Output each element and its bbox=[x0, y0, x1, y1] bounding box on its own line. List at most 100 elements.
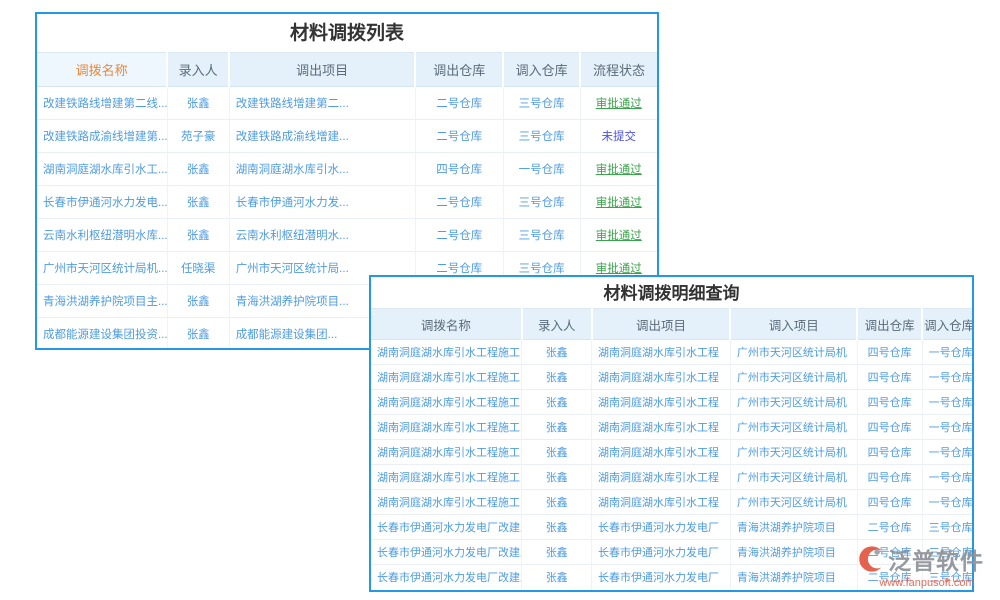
list-table-title: 材料调拨列表 bbox=[37, 14, 657, 52]
table-cell: 四号仓库 bbox=[857, 465, 922, 490]
table-row[interactable]: 湖南洞庭湖水库引水工程施工张鑫湖南洞庭湖水库引水工程广州市天河区统计局机四号仓库… bbox=[371, 490, 972, 515]
table-cell[interactable]: 长春市伊通河水力发电厂改建工 bbox=[371, 540, 522, 565]
table-cell[interactable]: 湖南洞庭湖水库引水工程施工 bbox=[371, 390, 522, 415]
table-cell: 青海洪湖养护院项目 bbox=[730, 540, 857, 565]
brand-row: 泛普软件 bbox=[856, 542, 998, 576]
table-cell: 张鑫 bbox=[522, 515, 592, 540]
table-cell: 张鑫 bbox=[167, 87, 229, 120]
table-cell: 一号仓库 bbox=[922, 465, 972, 490]
table-cell: 三号仓库 bbox=[503, 87, 580, 120]
column-header[interactable]: 调拨名称 bbox=[371, 309, 522, 340]
table-row[interactable]: 湖南洞庭湖水库引水工程施工张鑫湖南洞庭湖水库引水工程广州市天河区统计局机四号仓库… bbox=[371, 465, 972, 490]
table-cell: 二号仓库 bbox=[857, 515, 922, 540]
table-cell: 张鑫 bbox=[167, 186, 229, 219]
table-cell: 一号仓库 bbox=[922, 390, 972, 415]
table-cell[interactable]: 湖南洞庭湖水库引水工程施工 bbox=[371, 365, 522, 390]
table-cell: 四号仓库 bbox=[415, 153, 503, 186]
table-row[interactable]: 湖南洞庭湖水库引水工程施工张鑫湖南洞庭湖水库引水工程广州市天河区统计局机四号仓库… bbox=[371, 440, 972, 465]
table-row[interactable]: 湖南洞庭湖水库引水工程施工张鑫湖南洞庭湖水库引水工程广州市天河区统计局机四号仓库… bbox=[371, 340, 972, 365]
status-badge[interactable]: 审批通过 bbox=[580, 87, 657, 120]
table-cell: 广州市天河区统计局机 bbox=[730, 440, 857, 465]
table-cell: 二号仓库 bbox=[415, 87, 503, 120]
table-row[interactable]: 长春市伊通河水力发电...张鑫长春市伊通河水力发...二号仓库三号仓库审批通过 bbox=[37, 186, 657, 219]
table-cell: 张鑫 bbox=[522, 440, 592, 465]
table-cell: 一号仓库 bbox=[922, 340, 972, 365]
table-cell: 长春市伊通河水力发电厂 bbox=[592, 515, 731, 540]
column-header[interactable]: 调出仓库 bbox=[415, 53, 503, 87]
table-cell: 湖南洞庭湖水库引水... bbox=[229, 153, 415, 186]
table-cell[interactable]: 青海洪湖养护院项目主... bbox=[37, 285, 167, 318]
table-cell: 广州市天河区统计局机 bbox=[730, 490, 857, 515]
table-cell: 三号仓库 bbox=[503, 120, 580, 153]
column-header[interactable]: 调出项目 bbox=[592, 309, 731, 340]
column-header[interactable]: 调入仓库 bbox=[922, 309, 972, 340]
table-cell: 张鑫 bbox=[522, 465, 592, 490]
table-cell: 苑子豪 bbox=[167, 120, 229, 153]
table-cell: 张鑫 bbox=[522, 565, 592, 590]
table-row[interactable]: 长春市伊通河水力发电厂改建工张鑫长春市伊通河水力发电厂青海洪湖养护院项目二号仓库… bbox=[371, 515, 972, 540]
table-row[interactable]: 改建铁路成渝线增建第...苑子豪改建铁路成渝线增建...二号仓库三号仓库未提交 bbox=[37, 120, 657, 153]
status-badge[interactable]: 审批通过 bbox=[580, 153, 657, 186]
table-cell: 一号仓库 bbox=[503, 153, 580, 186]
table-row[interactable]: 改建铁路线增建第二线...张鑫改建铁路线增建第二...二号仓库三号仓库审批通过 bbox=[37, 87, 657, 120]
table-cell[interactable]: 长春市伊通河水力发电厂改建工 bbox=[371, 515, 522, 540]
table-row[interactable]: 云南水利枢纽潜明水库...张鑫云南水利枢纽潜明水...二号仓库三号仓库审批通过 bbox=[37, 219, 657, 252]
table-cell: 湖南洞庭湖水库引水工程 bbox=[592, 390, 731, 415]
column-header[interactable]: 调入项目 bbox=[730, 309, 857, 340]
table-cell: 一号仓库 bbox=[922, 490, 972, 515]
table-cell[interactable]: 改建铁路线增建第二线... bbox=[37, 87, 167, 120]
table-row[interactable]: 湖南洞庭湖水库引水工程施工张鑫湖南洞庭湖水库引水工程广州市天河区统计局机四号仓库… bbox=[371, 415, 972, 440]
column-header[interactable]: 调拨名称 bbox=[37, 53, 167, 87]
status-badge[interactable]: 未提交 bbox=[580, 120, 657, 153]
table-cell: 张鑫 bbox=[522, 415, 592, 440]
status-badge[interactable]: 审批通过 bbox=[580, 219, 657, 252]
table-row[interactable]: 湖南洞庭湖水库引水工程施工张鑫湖南洞庭湖水库引水工程广州市天河区统计局机四号仓库… bbox=[371, 365, 972, 390]
table-cell[interactable]: 长春市伊通河水力发电厂改建工 bbox=[371, 565, 522, 590]
screen: 材料调拨列表 调拨名称录入人调出项目调出仓库调入仓库流程状态改建铁路线增建第二线… bbox=[0, 0, 1000, 600]
table-cell: 湖南洞庭湖水库引水工程 bbox=[592, 490, 731, 515]
table-row[interactable]: 湖南洞庭湖水库引水工程施工张鑫湖南洞庭湖水库引水工程广州市天河区统计局机四号仓库… bbox=[371, 390, 972, 415]
column-header[interactable]: 录入人 bbox=[522, 309, 592, 340]
table-cell[interactable]: 湖南洞庭湖水库引水工程施工 bbox=[371, 440, 522, 465]
table-cell: 长春市伊通河水力发电厂 bbox=[592, 565, 731, 590]
table-cell: 张鑫 bbox=[522, 340, 592, 365]
column-header[interactable]: 录入人 bbox=[167, 53, 229, 87]
table-cell: 一号仓库 bbox=[922, 365, 972, 390]
table-cell[interactable]: 云南水利枢纽潜明水库... bbox=[37, 219, 167, 252]
table-cell: 广州市天河区统计局机 bbox=[730, 465, 857, 490]
table-cell: 张鑫 bbox=[167, 153, 229, 186]
column-header[interactable]: 流程状态 bbox=[580, 53, 657, 87]
brand-name: 泛普软件 bbox=[888, 542, 984, 576]
table-cell[interactable]: 湖南洞庭湖水库引水工程施工 bbox=[371, 415, 522, 440]
table-row[interactable]: 湖南洞庭湖水库引水工...张鑫湖南洞庭湖水库引水...四号仓库一号仓库审批通过 bbox=[37, 153, 657, 186]
table-cell[interactable]: 长春市伊通河水力发电... bbox=[37, 186, 167, 219]
header-row: 调拨名称录入人调出项目调出仓库调入仓库流程状态 bbox=[37, 53, 657, 87]
table-cell: 三号仓库 bbox=[922, 515, 972, 540]
table-cell: 长春市伊通河水力发电厂 bbox=[592, 540, 731, 565]
table-cell[interactable]: 成都能源建设集团投资... bbox=[37, 318, 167, 351]
table-cell: 张鑫 bbox=[522, 365, 592, 390]
table-cell: 四号仓库 bbox=[857, 440, 922, 465]
table-cell: 湖南洞庭湖水库引水工程 bbox=[592, 465, 731, 490]
table-cell[interactable]: 改建铁路成渝线增建第... bbox=[37, 120, 167, 153]
table-cell: 云南水利枢纽潜明水... bbox=[229, 219, 415, 252]
table-cell: 四号仓库 bbox=[857, 340, 922, 365]
table-cell[interactable]: 广州市天河区统计局机... bbox=[37, 252, 167, 285]
table-cell: 湖南洞庭湖水库引水工程 bbox=[592, 340, 731, 365]
table-cell: 青海洪湖养护院项目 bbox=[730, 565, 857, 590]
table-cell: 三号仓库 bbox=[503, 219, 580, 252]
table-cell: 青海洪湖养护院项目 bbox=[730, 515, 857, 540]
table-cell: 二号仓库 bbox=[415, 120, 503, 153]
table-cell[interactable]: 湖南洞庭湖水库引水工程施工 bbox=[371, 465, 522, 490]
table-cell: 湖南洞庭湖水库引水工程 bbox=[592, 415, 731, 440]
brand-url: www.fanpusoft.com bbox=[856, 577, 998, 589]
table-cell[interactable]: 湖南洞庭湖水库引水工程施工 bbox=[371, 340, 522, 365]
table-cell[interactable]: 湖南洞庭湖水库引水工程施工 bbox=[371, 490, 522, 515]
column-header[interactable]: 调出项目 bbox=[229, 53, 415, 87]
table-cell: 广州市天河区统计局机 bbox=[730, 340, 857, 365]
column-header[interactable]: 调入仓库 bbox=[503, 53, 580, 87]
column-header[interactable]: 调出仓库 bbox=[857, 309, 922, 340]
table-cell[interactable]: 湖南洞庭湖水库引水工... bbox=[37, 153, 167, 186]
table-cell: 二号仓库 bbox=[415, 186, 503, 219]
status-badge[interactable]: 审批通过 bbox=[580, 186, 657, 219]
